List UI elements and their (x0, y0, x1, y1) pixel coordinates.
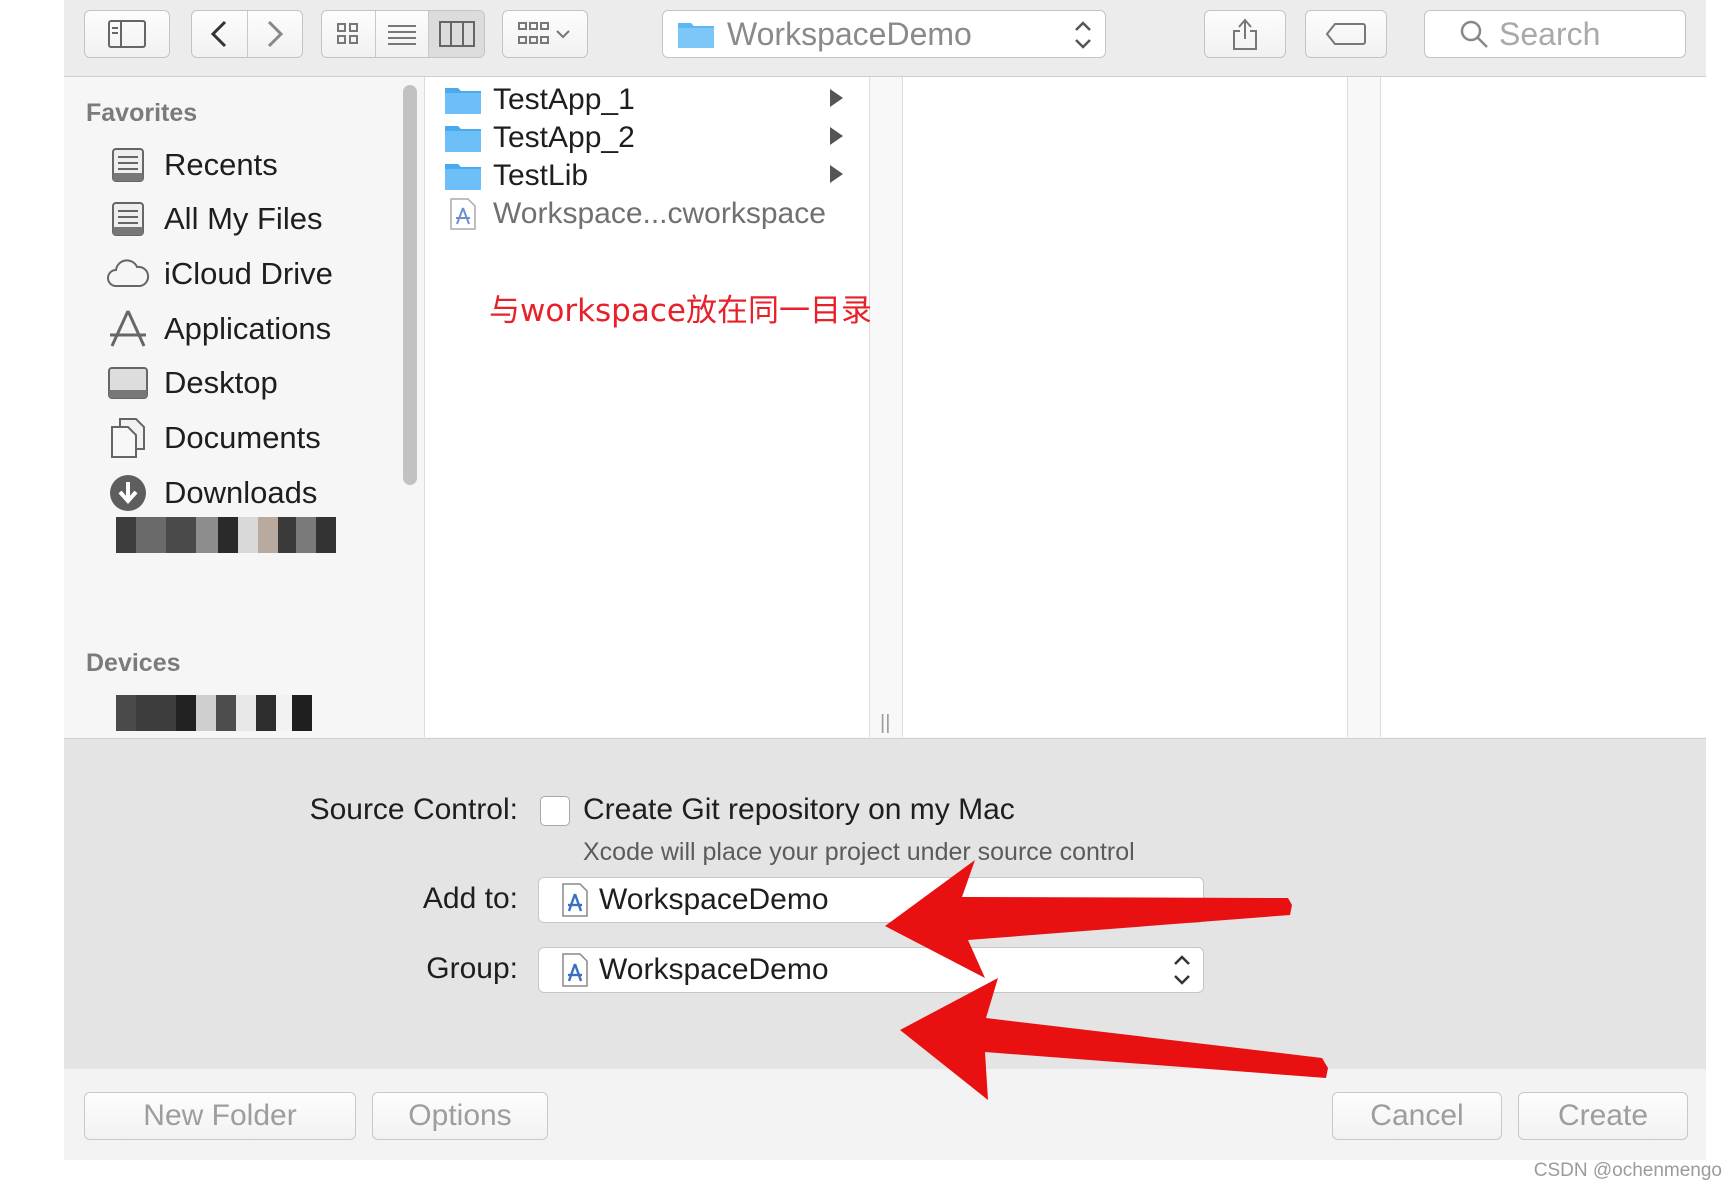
browser-column-empty (903, 77, 1348, 737)
cloud-icon (104, 250, 152, 298)
sidebar-item-label: Desktop (164, 365, 278, 400)
arrange-icon (518, 22, 570, 44)
bottom-bar: New Folder Options Cancel Create (64, 1069, 1706, 1160)
sidebar-item-all-my-files[interactable]: All My Files (104, 193, 322, 245)
sidebar-item-icloud-drive[interactable]: iCloud Drive (104, 248, 333, 300)
sidebar-item-label: All My Files (164, 201, 323, 236)
git-checkbox-label: Create Git repository on my Mac (583, 793, 1015, 826)
list-view-button[interactable] (376, 11, 430, 57)
documents-icon (104, 414, 152, 462)
devices-heading: Devices (86, 649, 181, 677)
options-panel: Source Control: Create Git repository on… (64, 738, 1706, 1070)
file-row-folder[interactable]: TestLib (425, 155, 869, 197)
watermark: CSDN @ochenmengo (1533, 1160, 1722, 1181)
toolbar: WorkspaceDemo Search (64, 0, 1706, 77)
sidebar-item-desktop[interactable]: Desktop (104, 357, 278, 409)
source-control-label: Source Control: (309, 793, 518, 826)
file-name: TestLib (493, 159, 589, 192)
tags-button[interactable] (1305, 10, 1387, 58)
file-name: Workspace...cworkspace (493, 197, 826, 230)
sidebar-item-documents[interactable]: Documents (104, 412, 321, 464)
sidebar-item-label: Recents (164, 147, 278, 182)
forward-button[interactable] (248, 11, 303, 57)
column-resize-handle[interactable]: || (880, 712, 890, 735)
path-label: WorkspaceDemo (727, 15, 972, 52)
folder-icon (443, 85, 483, 115)
chevron-right-icon (267, 20, 283, 48)
group-value: WorkspaceDemo (599, 953, 829, 986)
file-row-folder[interactable]: TestApp_1 (425, 79, 869, 121)
workspace-file-icon (443, 198, 483, 230)
add-to-value: WorkspaceDemo (599, 883, 829, 916)
recents-icon (104, 141, 152, 189)
column-view-button[interactable] (429, 11, 484, 57)
group-popup[interactable]: WorkspaceDemo (538, 947, 1204, 993)
save-dialog: WorkspaceDemo Search Favorites Recents A… (64, 0, 1706, 1160)
grid-icon (337, 23, 359, 44)
arrange-popup-button[interactable] (502, 10, 588, 58)
applications-icon (104, 305, 152, 353)
redacted-device-item (116, 695, 312, 731)
downloads-icon (104, 469, 152, 517)
add-to-label: Add to: (422, 882, 518, 915)
sidebar-item-downloads[interactable]: Downloads (104, 467, 317, 519)
sidebar-icon (108, 20, 146, 48)
sidebar-item-label: Documents (164, 420, 321, 455)
tag-icon (1325, 23, 1366, 45)
share-button[interactable] (1204, 10, 1286, 58)
workspace-icon (562, 883, 588, 917)
desktop-icon (104, 359, 152, 407)
search-field[interactable]: Search (1424, 10, 1686, 58)
nav-buttons (191, 10, 303, 58)
list-icon (388, 25, 417, 45)
column-divider (1348, 77, 1381, 737)
git-repository-checkbox[interactable] (540, 796, 570, 826)
folder-icon (443, 123, 483, 153)
browser-column: TestApp_1 TestApp_2 TestLib Workspace...… (425, 77, 870, 737)
icon-view-button[interactable] (322, 11, 376, 57)
file-name: TestApp_1 (493, 83, 635, 116)
disclosure-arrow-icon (830, 89, 843, 107)
group-label: Group: (426, 952, 518, 985)
up-down-arrows-icon (1174, 955, 1190, 985)
sidebar-toggle-button[interactable] (84, 10, 170, 58)
add-to-popup[interactable]: WorkspaceDemo (538, 877, 1204, 923)
up-down-arrows-icon (1075, 21, 1091, 49)
folder-icon (443, 161, 483, 191)
file-name: TestApp_2 (493, 121, 635, 154)
options-button[interactable]: Options (372, 1092, 548, 1140)
search-icon (1460, 20, 1488, 48)
sidebar-item-label: iCloud Drive (164, 256, 333, 291)
annotation-text: 与workspace放在同一目录下 (489, 293, 903, 329)
column-divider (870, 77, 903, 737)
file-row-folder[interactable]: TestApp_2 (425, 117, 869, 159)
search-placeholder: Search (1499, 15, 1601, 52)
browser-column-empty (1381, 77, 1706, 737)
workspace-icon (562, 953, 588, 987)
chevron-down-icon (1174, 905, 1190, 915)
path-popup[interactable]: WorkspaceDemo (662, 10, 1106, 58)
favorites-heading: Favorites (86, 99, 198, 127)
cancel-button[interactable]: Cancel (1332, 1092, 1502, 1140)
share-icon (1233, 18, 1257, 50)
sidebar-scrollbar[interactable] (403, 85, 417, 485)
sidebar-item-label: Downloads (164, 475, 318, 510)
disclosure-arrow-icon (830, 127, 843, 145)
chevron-left-icon (211, 20, 227, 48)
sidebar-item-applications[interactable]: Applications (104, 303, 331, 355)
back-button[interactable] (192, 11, 248, 57)
all-files-icon (104, 195, 152, 243)
view-mode-control (321, 10, 485, 58)
sidebar: Favorites Recents All My Files iCloud Dr… (64, 77, 425, 737)
sidebar-item-recents[interactable]: Recents (104, 139, 278, 191)
columns-icon (438, 21, 475, 47)
new-folder-button[interactable]: New Folder (84, 1092, 356, 1140)
file-row-workspace[interactable]: Workspace...cworkspace (425, 193, 869, 235)
create-button[interactable]: Create (1518, 1092, 1688, 1140)
disclosure-arrow-icon (830, 165, 843, 183)
folder-icon (678, 23, 714, 48)
redacted-sidebar-item (116, 517, 336, 553)
git-hint: Xcode will place your project under sour… (583, 838, 1135, 866)
sidebar-item-label: Applications (164, 311, 332, 346)
